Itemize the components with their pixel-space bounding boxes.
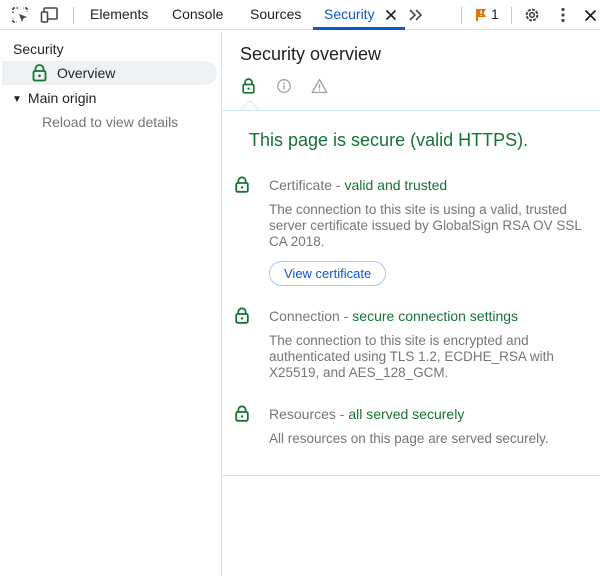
sidebar-item-label: Main origin [27, 90, 97, 106]
view-certificate-button[interactable]: View certificate [269, 261, 387, 286]
certificate-label: Certificate [269, 177, 333, 193]
tab-security[interactable]: Security [324, 0, 375, 30]
kebab-menu-icon[interactable] [553, 5, 573, 25]
heading-separator: - [335, 406, 349, 422]
inspect-element-icon[interactable] [10, 5, 30, 25]
lock-icon [242, 78, 255, 97]
tab-console[interactable]: Console [172, 0, 223, 30]
issue-count[interactable]: 1 [491, 6, 499, 22]
toolbar-divider [461, 7, 462, 24]
lock-icon [235, 307, 249, 327]
connection-status: secure connection settings [352, 308, 519, 324]
gear-icon[interactable] [522, 5, 542, 25]
info-icon [276, 78, 292, 97]
sidebar-title: Security [13, 41, 64, 57]
toolbar-divider [511, 7, 512, 24]
certificate-status: valid and trusted [344, 177, 448, 193]
close-devtools-icon[interactable] [580, 5, 600, 25]
certificate-heading: Certificate - valid and trusted [269, 177, 447, 193]
close-icon[interactable] [381, 5, 401, 25]
certificate-description: The connection to this site is using a v… [269, 202, 582, 249]
divider [222, 475, 600, 476]
connection-label: Connection [269, 308, 340, 324]
page-title: Security overview [240, 44, 382, 64]
tab-sources[interactable]: Sources [250, 0, 301, 30]
active-tab-indicator [313, 27, 405, 30]
warning-icon [311, 78, 328, 97]
security-sidebar: Security Overview ▼ Main origin Reload to… [0, 31, 222, 576]
tab-elements[interactable]: Elements [90, 0, 148, 30]
resources-label: Resources [269, 406, 336, 422]
secure-headline: This page is secure (valid HTTPS). [249, 130, 529, 150]
toolbar-divider [73, 7, 74, 24]
device-toolbar-icon[interactable] [40, 5, 60, 25]
resources-status: all served securely [348, 406, 465, 422]
reload-hint: Reload to view details [42, 114, 179, 130]
connection-description: The connection to this site is encrypted… [269, 333, 554, 380]
resources-heading: Resources - all served securely [269, 406, 464, 422]
connection-heading: Connection - secure connection settings [269, 308, 518, 324]
triangle-down-icon[interactable]: ▼ [12, 94, 22, 105]
devtools-toolbar: Elements Console Sources Security 1 [0, 0, 600, 30]
chevron-double-right-icon[interactable] [406, 5, 426, 25]
lock-icon [235, 405, 249, 425]
lock-icon [32, 64, 47, 85]
heading-separator: - [332, 177, 345, 193]
sidebar-item-main-origin[interactable]: ▼ Main origin [12, 90, 96, 106]
sidebar-item-label: Overview [57, 65, 116, 81]
security-summary-icons [240, 76, 340, 100]
divider [222, 110, 600, 111]
lock-icon [235, 176, 249, 196]
issue-flag-icon[interactable] [471, 5, 491, 25]
resources-description: All resources on this page are served se… [269, 431, 549, 446]
security-overview-panel: Security overview This page is secure (v… [222, 31, 600, 576]
heading-separator: - [339, 308, 353, 324]
sidebar-item-overview[interactable]: Overview [2, 61, 217, 85]
